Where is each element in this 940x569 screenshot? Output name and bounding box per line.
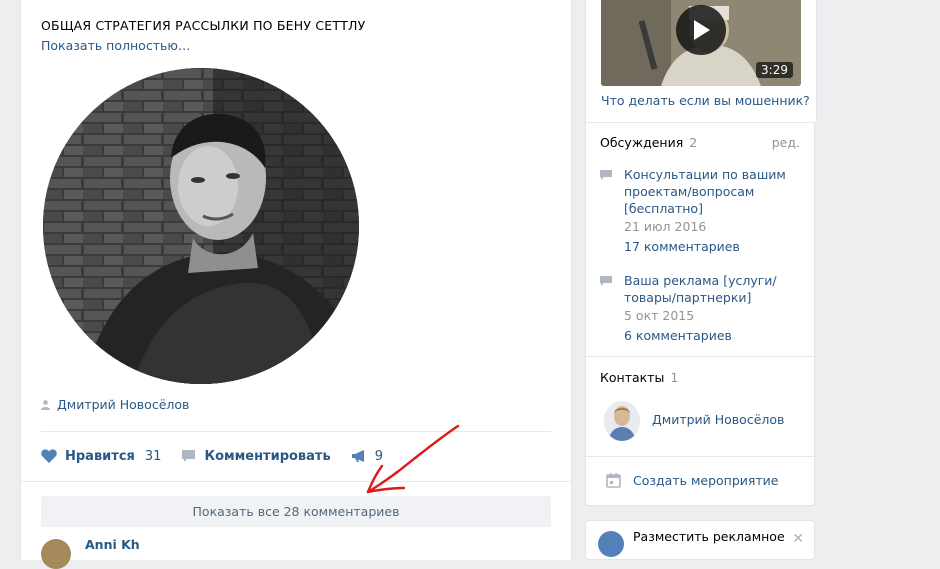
discussion-date: 21 июл 2016 xyxy=(624,219,707,234)
avatar-image xyxy=(604,401,640,441)
comment-button[interactable]: Комментировать xyxy=(181,448,331,464)
person-icon xyxy=(41,399,50,410)
post-card: ОБЩАЯ СТРАТЕГИЯ РАССЫЛКИ ПО БЕНУ СЕТТЛУ … xyxy=(20,0,572,569)
video-duration: 3:29 xyxy=(756,62,793,78)
like-button[interactable]: Нравится 31 xyxy=(41,449,161,464)
contacts-header[interactable]: Контакты 1 xyxy=(600,370,678,385)
show-more-link[interactable]: Показать полностью… xyxy=(41,38,190,53)
calendar-icon xyxy=(606,473,621,488)
close-icon[interactable]: ✕ xyxy=(792,531,804,547)
discussions-edit-link[interactable]: ред. xyxy=(772,135,800,150)
post-actions: Нравится 31 Комментировать 9 xyxy=(41,446,403,466)
ad-label[interactable]: Разместить рекламное xyxy=(633,529,785,544)
discussions-title: Обсуждения xyxy=(600,135,684,150)
discussions-header[interactable]: Обсуждения 2 xyxy=(600,135,697,150)
discussion-comments[interactable]: 6 комментариев xyxy=(624,328,732,343)
divider xyxy=(586,456,814,457)
comment-author[interactable]: Anni Kh xyxy=(85,537,140,552)
divider xyxy=(41,431,551,432)
comment-item: Anni Kh xyxy=(41,535,551,569)
post-author-name: Дмитрий Новосёлов xyxy=(57,397,190,412)
ad-block[interactable]: Разместить рекламное ✕ xyxy=(585,520,815,560)
discussion-icon xyxy=(600,276,612,286)
post-photo[interactable] xyxy=(43,68,359,384)
contacts-count: 1 xyxy=(670,370,679,385)
like-label: Нравится xyxy=(65,448,135,464)
discussion-icon xyxy=(600,170,612,180)
post-title: ОБЩАЯ СТРАТЕГИЯ РАССЫЛКИ ПО БЕНУ СЕТТЛУ xyxy=(41,18,366,33)
like-count: 31 xyxy=(144,448,162,464)
comment-label: Комментировать xyxy=(204,448,331,464)
contact-name[interactable]: Дмитрий Новосёлов xyxy=(652,412,784,427)
discussion-title[interactable]: Ваша реклама [услуги/товары/партнерки] xyxy=(624,272,804,306)
heart-icon xyxy=(41,449,57,463)
video-title-link[interactable]: Что делать если вы мошенник? xyxy=(601,93,810,108)
sidebar-info-block: Обсуждения 2 ред. Консультации по вашим п… xyxy=(585,122,815,506)
discussion-date: 5 окт 2015 xyxy=(624,308,695,323)
discussion-title[interactable]: Консультации по вашим проектам/вопросам … xyxy=(624,166,804,217)
annotation-arrow xyxy=(366,424,460,494)
divider xyxy=(21,481,571,482)
create-event-label: Создать мероприятие xyxy=(633,473,779,488)
sidebar-video-block: 3:29 Что делать если вы мошенник? xyxy=(585,0,817,122)
contact-avatar[interactable] xyxy=(604,401,640,441)
create-event-button[interactable]: Создать мероприятие xyxy=(606,473,779,488)
discussion-item[interactable]: Ваша реклама [услуги/товары/партнерки] 5… xyxy=(600,272,800,352)
discussion-comments[interactable]: 17 комментариев xyxy=(624,239,740,254)
discussions-count: 2 xyxy=(689,135,698,150)
discussion-item[interactable]: Консультации по вашим проектам/вопросам … xyxy=(600,166,800,256)
ad-icon xyxy=(598,531,624,557)
show-all-comments-button[interactable]: Показать все 28 комментариев xyxy=(41,496,551,527)
divider xyxy=(586,356,814,357)
video-thumbnail[interactable]: 3:29 xyxy=(601,0,801,86)
portrait-image xyxy=(43,68,359,384)
post-author[interactable]: Дмитрий Новосёлов xyxy=(41,397,189,412)
comment-icon xyxy=(182,450,196,462)
avatar[interactable] xyxy=(41,539,71,569)
contacts-title: Контакты xyxy=(600,370,665,385)
play-button[interactable] xyxy=(676,5,726,55)
play-icon xyxy=(694,20,710,40)
